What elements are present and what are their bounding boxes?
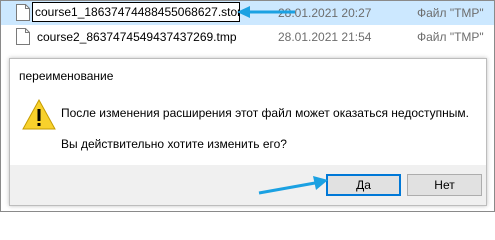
yes-button[interactable]: Да [326,174,401,196]
file-type: Файл "TMP" [417,30,484,44]
file-date: 28.01.2021 21:54 [278,30,372,44]
rename-input[interactable]: course1_1863747448845506862​7.story [32,2,240,22]
file-icon [16,28,30,45]
file-row-course2[interactable]: course2_8637474549437437269.tmp 28.01.20… [1,25,494,49]
file-icon [16,4,30,21]
dialog-title: переименование [19,69,114,83]
rename-input-value: course1_1863747448845506862​7.story [35,5,240,19]
explorer-window: course1_1863747448845506862​7.story 28.0… [0,0,495,212]
file-name: course2_8637474549437437269.tmp [37,30,237,44]
no-button[interactable]: Нет [407,174,482,196]
annotation-arrow-rename [237,6,295,18]
dialog-button-bar: Да Нет [10,165,486,205]
dialog-message: После изменения расширения этот файл мож… [61,106,469,120]
dialog-question: Вы действительно хотите изменить его? [61,137,287,151]
file-type: Файл "TMP" [417,6,484,20]
annotation-arrow-yes [258,176,328,195]
warning-icon [22,99,56,130]
rename-warning-dialog: переименование После изменения расширени… [9,58,487,206]
